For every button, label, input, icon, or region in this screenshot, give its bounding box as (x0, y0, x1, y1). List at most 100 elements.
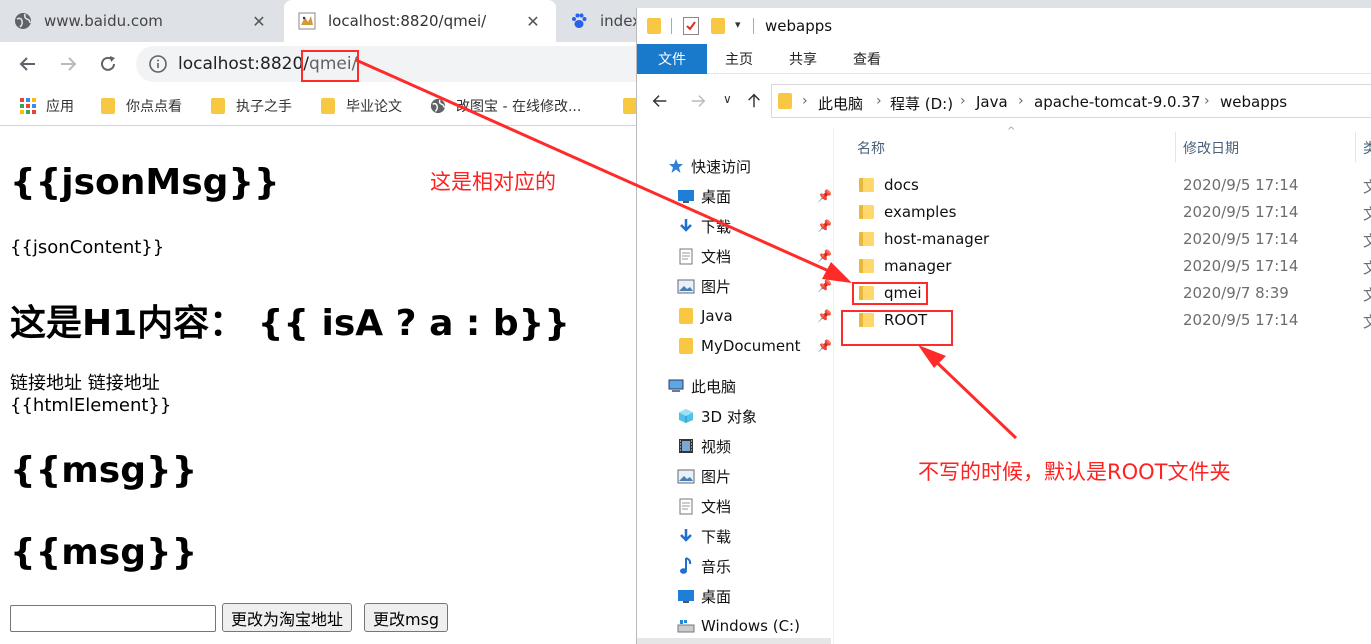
nav-documents[interactable]: 文档 (677, 243, 731, 269)
breadcrumb[interactable]: › 此电脑 › 程荨 (D:) › Java › apache-tomcat-9… (771, 84, 1371, 118)
properties-icon[interactable] (683, 17, 699, 35)
nav-windows-c[interactable]: Windows (C:) (677, 613, 800, 639)
reload-icon[interactable] (94, 50, 122, 78)
nav-documents-pc[interactable]: 文档 (677, 493, 731, 519)
column-header-type[interactable]: 类 (1363, 138, 1371, 158)
chevron-right-icon[interactable]: › (876, 93, 882, 109)
nav-downloads[interactable]: 下载 (677, 213, 731, 239)
pin-icon[interactable]: 📌 (817, 219, 832, 233)
picture-icon (677, 277, 695, 295)
column-header-date[interactable]: 修改日期 (1183, 138, 1239, 158)
chevron-right-icon[interactable]: › (1204, 93, 1210, 109)
nav-desktop[interactable]: 桌面 (677, 183, 731, 209)
folder-icon (647, 18, 661, 34)
html-element-text: {{htmlElement}} (10, 395, 172, 416)
bookmark-folder[interactable]: 执子之手 (210, 94, 292, 118)
chevron-down-icon[interactable]: ∨ (723, 92, 732, 106)
folder-icon (859, 232, 874, 246)
file-row-examples[interactable]: examples 2020/9/5 17:14 文 (847, 199, 1371, 226)
breadcrumb-item[interactable]: Java (976, 93, 1008, 111)
column-header-name[interactable]: 名称 (857, 138, 885, 158)
folder-icon[interactable] (711, 18, 725, 34)
folder-icon (859, 259, 874, 273)
bookmark-apps[interactable]: 应用 (20, 94, 74, 118)
tab-view[interactable]: 查看 (835, 44, 899, 74)
column-divider[interactable] (1175, 132, 1176, 162)
annotation-relative: 这是相对应的 (430, 170, 556, 194)
tab-localhost-qmei[interactable]: localhost:8820/qmei/ ✕ (284, 0, 556, 42)
annotation-box-root (841, 310, 953, 346)
nav-label: 下载 (701, 217, 732, 236)
column-divider[interactable] (1355, 132, 1356, 162)
nav-pictures-pc[interactable]: 图片 (677, 463, 731, 489)
folder-icon (100, 98, 116, 114)
nav-pane-divider[interactable] (833, 128, 834, 644)
nav-3d-objects[interactable]: 3D 对象 (677, 403, 757, 429)
nav-pictures[interactable]: 图片 (677, 273, 731, 299)
msg-heading: {{msg}} (10, 450, 198, 491)
chevron-right-icon[interactable]: › (802, 93, 808, 109)
pin-icon[interactable]: 📌 (817, 249, 832, 263)
info-icon[interactable] (148, 54, 168, 74)
forward-icon[interactable] (689, 92, 707, 114)
explorer-titlebar: ▾ webapps (637, 8, 1371, 44)
tab-file[interactable]: 文件 (637, 44, 707, 74)
breadcrumb-item[interactable]: 程荨 (D:) (890, 93, 953, 114)
bookmark-label: 毕业论文 (346, 99, 402, 115)
tab-home[interactable]: 主页 (707, 44, 771, 74)
file-row-host-manager[interactable]: host-manager 2020/9/5 17:14 文 (847, 226, 1371, 253)
json-msg-heading: {{jsonMsg}} (10, 162, 280, 203)
nav-pane-scrollbar[interactable] (637, 638, 831, 644)
nav-quick-access[interactable]: 快速访问 (667, 153, 751, 179)
change-msg-button[interactable]: 更改msg (364, 603, 449, 632)
file-date: 2020/9/5 17:14 (1183, 311, 1299, 329)
computer-icon (667, 377, 685, 395)
separator (671, 18, 672, 34)
file-row-manager[interactable]: manager 2020/9/5 17:14 文 (847, 253, 1371, 280)
nav-this-pc[interactable]: 此电脑 (667, 373, 736, 399)
tab-share[interactable]: 共享 (771, 44, 835, 74)
file-row-docs[interactable]: docs 2020/9/5 17:14 文 (847, 172, 1371, 199)
close-icon[interactable]: ✕ (522, 12, 544, 31)
link-text[interactable]: 链接地址 链接地址 (10, 369, 160, 395)
folder-icon (859, 178, 874, 192)
music-icon (677, 557, 695, 575)
msg-input[interactable] (10, 605, 216, 632)
breadcrumb-item[interactable]: webapps (1220, 93, 1287, 111)
nav-mydocument[interactable]: MyDocument (677, 333, 801, 359)
nav-videos[interactable]: 视频 (677, 433, 731, 459)
up-icon[interactable] (745, 92, 763, 114)
back-icon[interactable] (651, 92, 669, 114)
nav-downloads-pc[interactable]: 下载 (677, 523, 731, 549)
pin-icon[interactable]: 📌 (817, 309, 832, 323)
breadcrumb-item[interactable]: 此电脑 (818, 93, 863, 114)
nav-desktop-pc[interactable]: 桌面 (677, 583, 731, 609)
bookmark-folder[interactable]: 毕业论文 (320, 94, 402, 118)
breadcrumb-item[interactable]: apache-tomcat-9.0.37 (1034, 93, 1200, 111)
back-icon[interactable] (14, 50, 42, 78)
forward-icon[interactable] (54, 50, 82, 78)
chevron-right-icon[interactable]: › (1018, 93, 1024, 109)
bookmark-folder[interactable]: 你点点看 (100, 94, 182, 118)
close-icon[interactable]: ✕ (248, 12, 270, 31)
bookmark-label: 你点点看 (126, 99, 182, 115)
pin-icon[interactable]: 📌 (817, 339, 832, 353)
bookmark-link[interactable]: 改图宝 - 在线修改... (430, 94, 581, 118)
baidu-paw-icon (570, 12, 588, 30)
file-type: 文 (1363, 286, 1371, 304)
change-to-taobao-button[interactable]: 更改为淘宝地址 (222, 603, 353, 632)
video-icon (677, 437, 695, 455)
tab-index[interactable]: index (556, 0, 646, 42)
pin-icon[interactable]: 📌 (817, 189, 832, 203)
chevron-down-icon[interactable]: ▾ (735, 18, 741, 31)
window-title: webapps (765, 17, 833, 35)
tab-baidu[interactable]: www.baidu.com ✕ (0, 0, 282, 42)
nav-java[interactable]: Java (677, 303, 733, 329)
chevron-right-icon[interactable]: › (960, 93, 966, 109)
picture-icon (677, 467, 695, 485)
file-type: 文 (1363, 313, 1371, 331)
pin-icon[interactable]: 📌 (817, 279, 832, 293)
nav-music[interactable]: 音乐 (677, 553, 731, 579)
nav-label: 桌面 (701, 187, 732, 206)
file-date: 2020/9/5 17:14 (1183, 257, 1299, 275)
